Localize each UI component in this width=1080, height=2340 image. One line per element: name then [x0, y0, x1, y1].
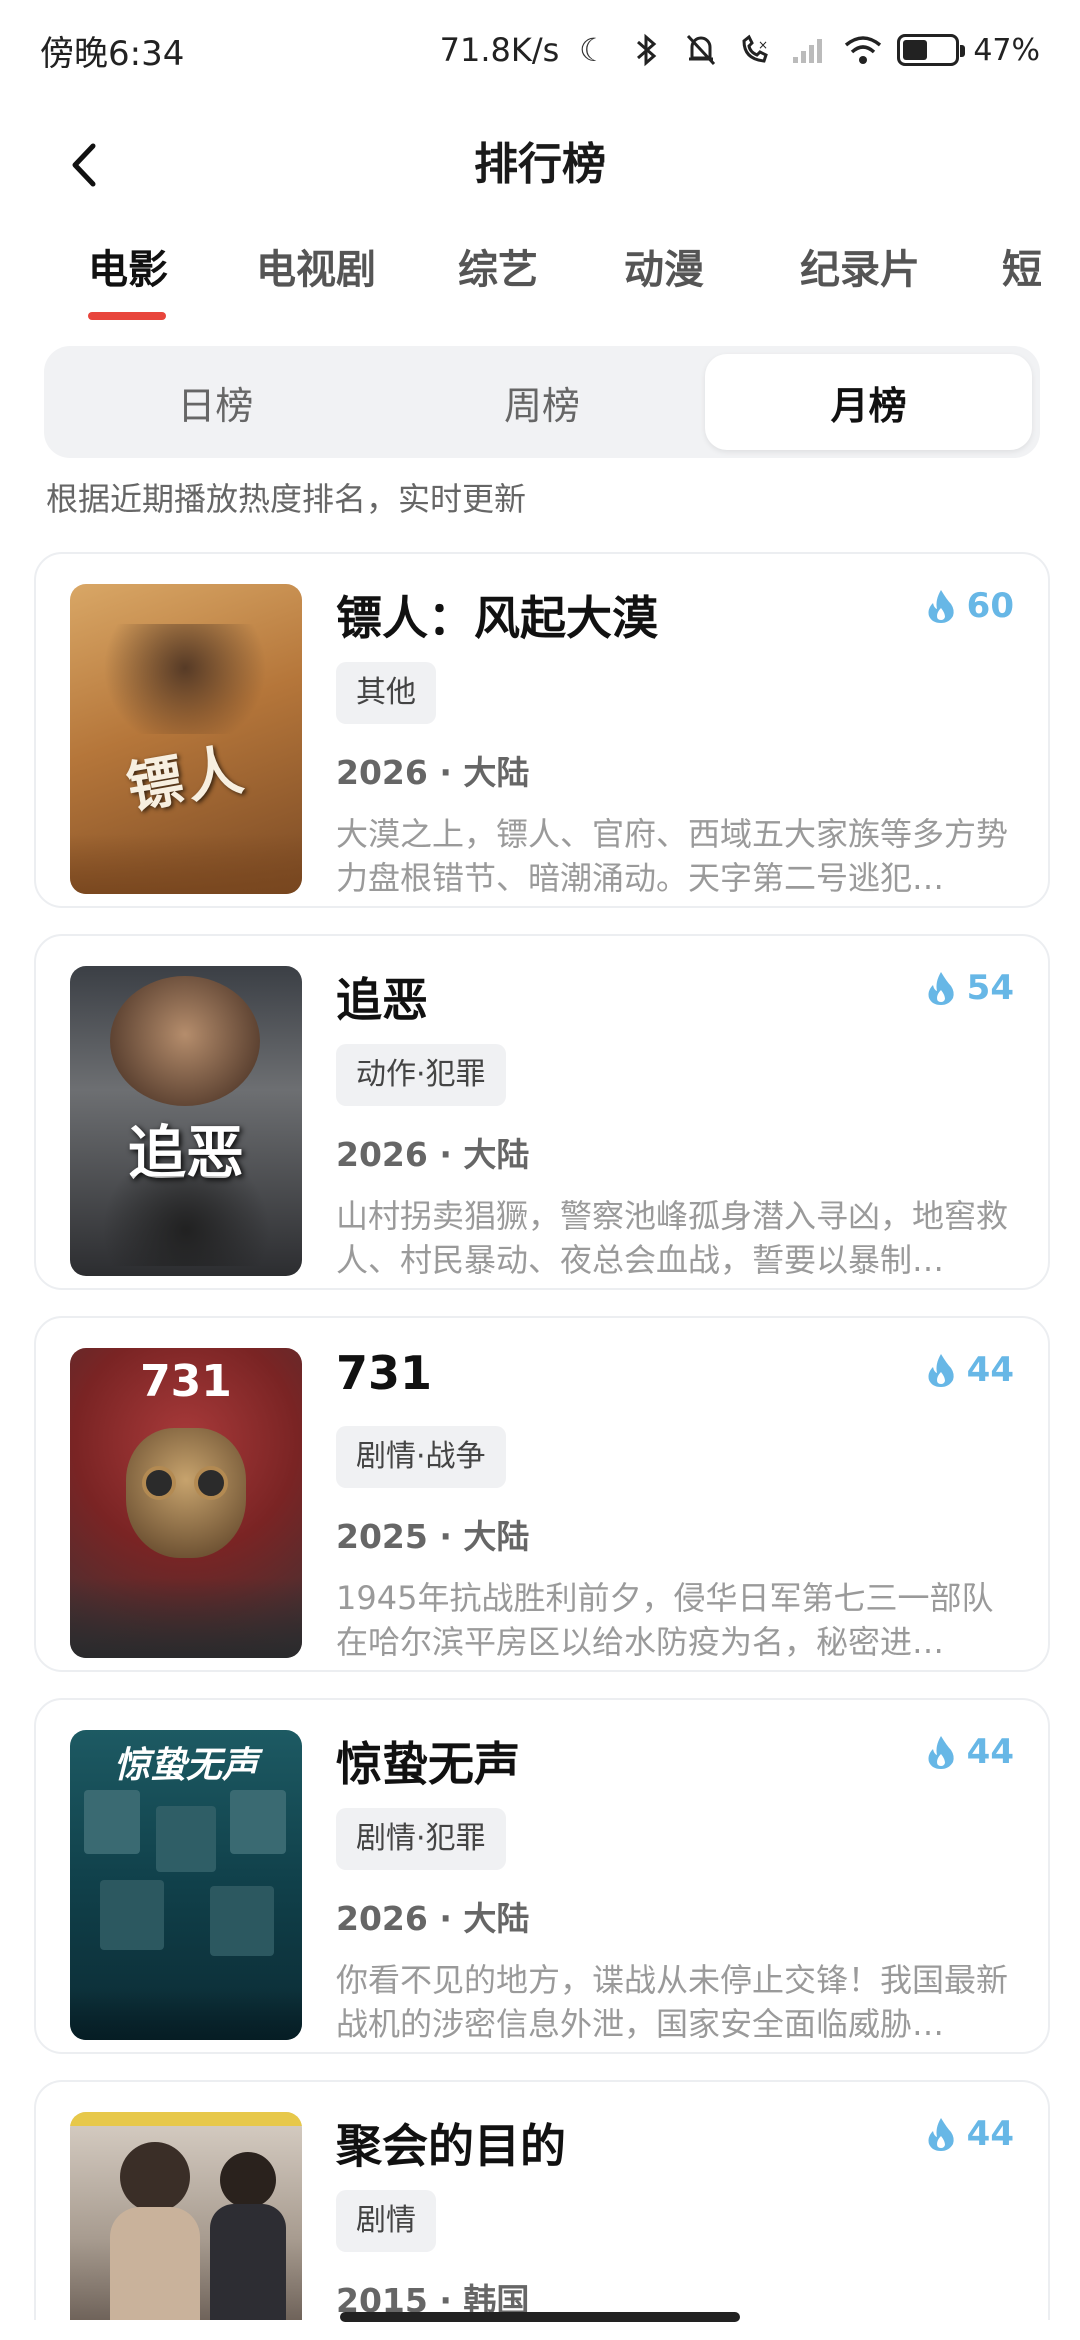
- year-region: 2026 · 大陆: [336, 1899, 530, 1938]
- poster-title: 731: [140, 1356, 232, 1407]
- item-title: 731: [336, 1346, 433, 1400]
- heat-score: 44: [925, 2114, 1014, 2154]
- flame-icon: [928, 1354, 954, 1387]
- item-description: 山村拐卖猖獗，警察池峰孤身潜入寻凶，地窖救人、村民暴动、夜总会血战，誓要以暴制…: [336, 1197, 1009, 1279]
- tab-variety[interactable]: 综艺: [458, 230, 538, 310]
- tab-monthly[interactable]: 月榜: [705, 354, 1033, 450]
- list-item[interactable]: 追恶 追恶 54 动作·犯罪 2026 · 大陆 山村拐卖猖獗，警察池峰孤身潜入…: [34, 934, 1050, 1290]
- heat-value: 44: [966, 2114, 1014, 2154]
- list-item[interactable]: 惊蛰无声 惊蛰无声 44 剧情·犯罪 2026 · 大陆 你看不见的地方，谍战从…: [34, 1698, 1050, 2054]
- item-title: 聚会的目的: [336, 2119, 566, 2173]
- genre-tag: 剧情: [336, 2190, 436, 2252]
- bell-muted-icon: [681, 30, 721, 70]
- list-item[interactable]: 镖人 镖人：风起大漠 60 其他 2026 · 大陆 大漠之上，镖人、官府、西域…: [34, 552, 1050, 908]
- svg-text:×: ×: [758, 38, 768, 52]
- year-region: 2025 · 大陆: [336, 1517, 530, 1556]
- status-bar: 傍晚6:34 71.8K/s ☾ × 47%: [0, 0, 1080, 100]
- heat-score: 44: [925, 1732, 1014, 1772]
- flame-icon: [928, 2118, 954, 2151]
- poster-image: [70, 2112, 302, 2320]
- battery-percent: 47%: [973, 32, 1040, 68]
- heat-value: 44: [966, 1732, 1014, 1772]
- tab-daily[interactable]: 日榜: [52, 354, 379, 450]
- wifi-icon: [843, 30, 883, 70]
- moon-icon: ☾: [578, 31, 608, 69]
- ranking-subtitle: 根据近期播放热度排名，实时更新: [46, 480, 527, 518]
- list-item[interactable]: 731 731 44 剧情·战争 2025 · 大陆 1945年抗战胜利前夕，侵…: [34, 1316, 1050, 1672]
- item-title: 追恶: [336, 973, 428, 1027]
- network-speed: 71.8K/s: [439, 31, 560, 69]
- heat-value: 60: [966, 586, 1014, 626]
- tab-tv-series[interactable]: 电视剧: [256, 230, 376, 310]
- tab-movie[interactable]: 电影: [88, 230, 168, 310]
- bluetooth-icon: [627, 30, 667, 70]
- poster-image: 731: [70, 1348, 302, 1658]
- item-description: 你看不见的地方，谍战从未停止交锋！我国最新战机的涉密信息外泄，国家安全面临威胁…: [336, 1961, 1009, 2043]
- genre-tag: 剧情·犯罪: [336, 1808, 506, 1870]
- heat-value: 44: [966, 1350, 1014, 1390]
- active-tab-indicator: [88, 312, 166, 320]
- call-icon: ×: [735, 30, 775, 70]
- poster-image: 惊蛰无声: [70, 1730, 302, 2040]
- tab-documentary[interactable]: 纪录片: [800, 230, 920, 310]
- genre-tag: 其他: [336, 662, 436, 724]
- status-time: 傍晚6:34: [40, 33, 185, 74]
- heat-score: 60: [925, 586, 1014, 626]
- item-title: 镖人：风起大漠: [336, 591, 658, 645]
- flame-icon: [928, 1736, 954, 1769]
- tab-weekly[interactable]: 周榜: [379, 354, 706, 450]
- back-button[interactable]: [50, 130, 120, 200]
- nav-bar: 排行榜: [0, 110, 1080, 220]
- status-icons: 71.8K/s ☾ × 47%: [440, 30, 1040, 70]
- list-item[interactable]: 聚会的目的 44 剧情 2015 · 韩国: [34, 2080, 1050, 2320]
- tab-short[interactable]: 短: [1002, 230, 1042, 310]
- tab-anime[interactable]: 动漫: [624, 230, 704, 310]
- item-title: 惊蛰无声: [336, 1737, 520, 1791]
- genre-tag: 剧情·战争: [336, 1426, 506, 1488]
- flame-icon: [928, 972, 954, 1005]
- poster-title: 惊蛰无声: [113, 1745, 258, 1786]
- year-region: 2026 · 大陆: [336, 753, 530, 792]
- year-region: 2026 · 大陆: [336, 1135, 530, 1174]
- item-description: 1945年抗战胜利前夕，侵华日军第七三一部队在哈尔滨平房区以给水防疫为名，秘密进…: [336, 1579, 994, 1661]
- genre-tag: 动作·犯罪: [336, 1044, 506, 1106]
- poster-image: 追恶: [70, 966, 302, 1276]
- signal-icon: [789, 30, 829, 70]
- chevron-left-icon: [72, 143, 96, 187]
- poster-image: 镖人: [70, 584, 302, 894]
- home-indicator[interactable]: [340, 2312, 740, 2322]
- battery-icon: [897, 34, 966, 66]
- flame-icon: [928, 590, 954, 623]
- heat-score: 54: [925, 968, 1014, 1008]
- period-selector: 日榜 周榜 月榜: [44, 346, 1040, 458]
- heat-score: 44: [925, 1350, 1014, 1390]
- page-title: 排行榜: [474, 139, 606, 190]
- item-description: 大漠之上，镖人、官府、西域五大家族等多方势力盘根错节、暗潮涌动。天字第二号逃犯…: [336, 815, 1009, 897]
- heat-value: 54: [966, 968, 1014, 1008]
- battery-level: [903, 40, 927, 60]
